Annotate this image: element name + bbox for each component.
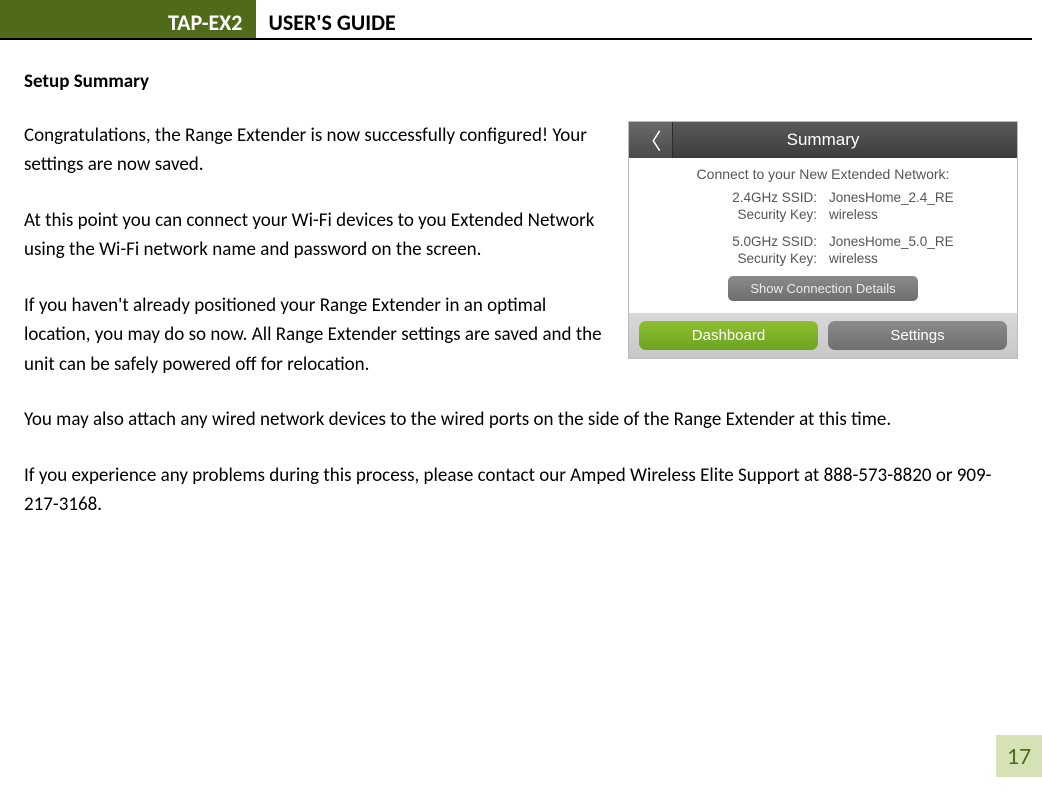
back-button[interactable]: 〈 [629,122,673,158]
doc-title: USER'S GUIDE [256,0,395,38]
dashboard-button[interactable]: Dashboard [639,321,818,350]
settings-button[interactable]: Settings [828,321,1007,350]
chevron-left-icon: 〈 [639,124,661,156]
page-number-badge: 17 [996,735,1042,777]
ssid24-value: JonesHome_2.4_RE [829,190,954,205]
page-header: TAP-EX2 USER'S GUIDE [0,0,1032,40]
section-title: Setup Summary [24,70,1018,93]
ssid50-label: 5.0GHz SSID: [732,234,817,249]
phone-frame: 〈 Summary Connect to your New Extended N… [628,121,1018,359]
network-info-grid: 2.4GHz SSID: JonesHome_2.4_RE Security K… [641,190,1005,266]
paragraph: You may also attach any wired network de… [24,405,1018,434]
ssid50-value: JonesHome_5.0_RE [829,234,954,249]
key24-label: Security Key: [737,207,817,222]
header-accent-strip [0,0,160,38]
summary-screenshot: 〈 Summary Connect to your New Extended N… [628,121,1018,359]
key24-value: wireless [829,207,878,222]
ssid24-label: 2.4GHz SSID: [732,190,817,205]
key50-value: wireless [829,251,878,266]
paragraph: If you experience any problems during th… [24,461,1018,520]
phone-footer: Dashboard Settings [629,313,1017,358]
phone-title: Summary [673,130,1017,150]
phone-titlebar: 〈 Summary [629,122,1017,158]
connect-label: Connect to your New Extended Network: [641,166,1005,182]
key50-label: Security Key: [737,251,817,266]
show-details-button[interactable]: Show Connection Details [728,276,917,301]
phone-body: Connect to your New Extended Network: 2.… [629,158,1017,313]
product-badge: TAP-EX2 [160,0,256,38]
page-body: Setup Summary 〈 Summary Connect to your … [0,40,1042,519]
